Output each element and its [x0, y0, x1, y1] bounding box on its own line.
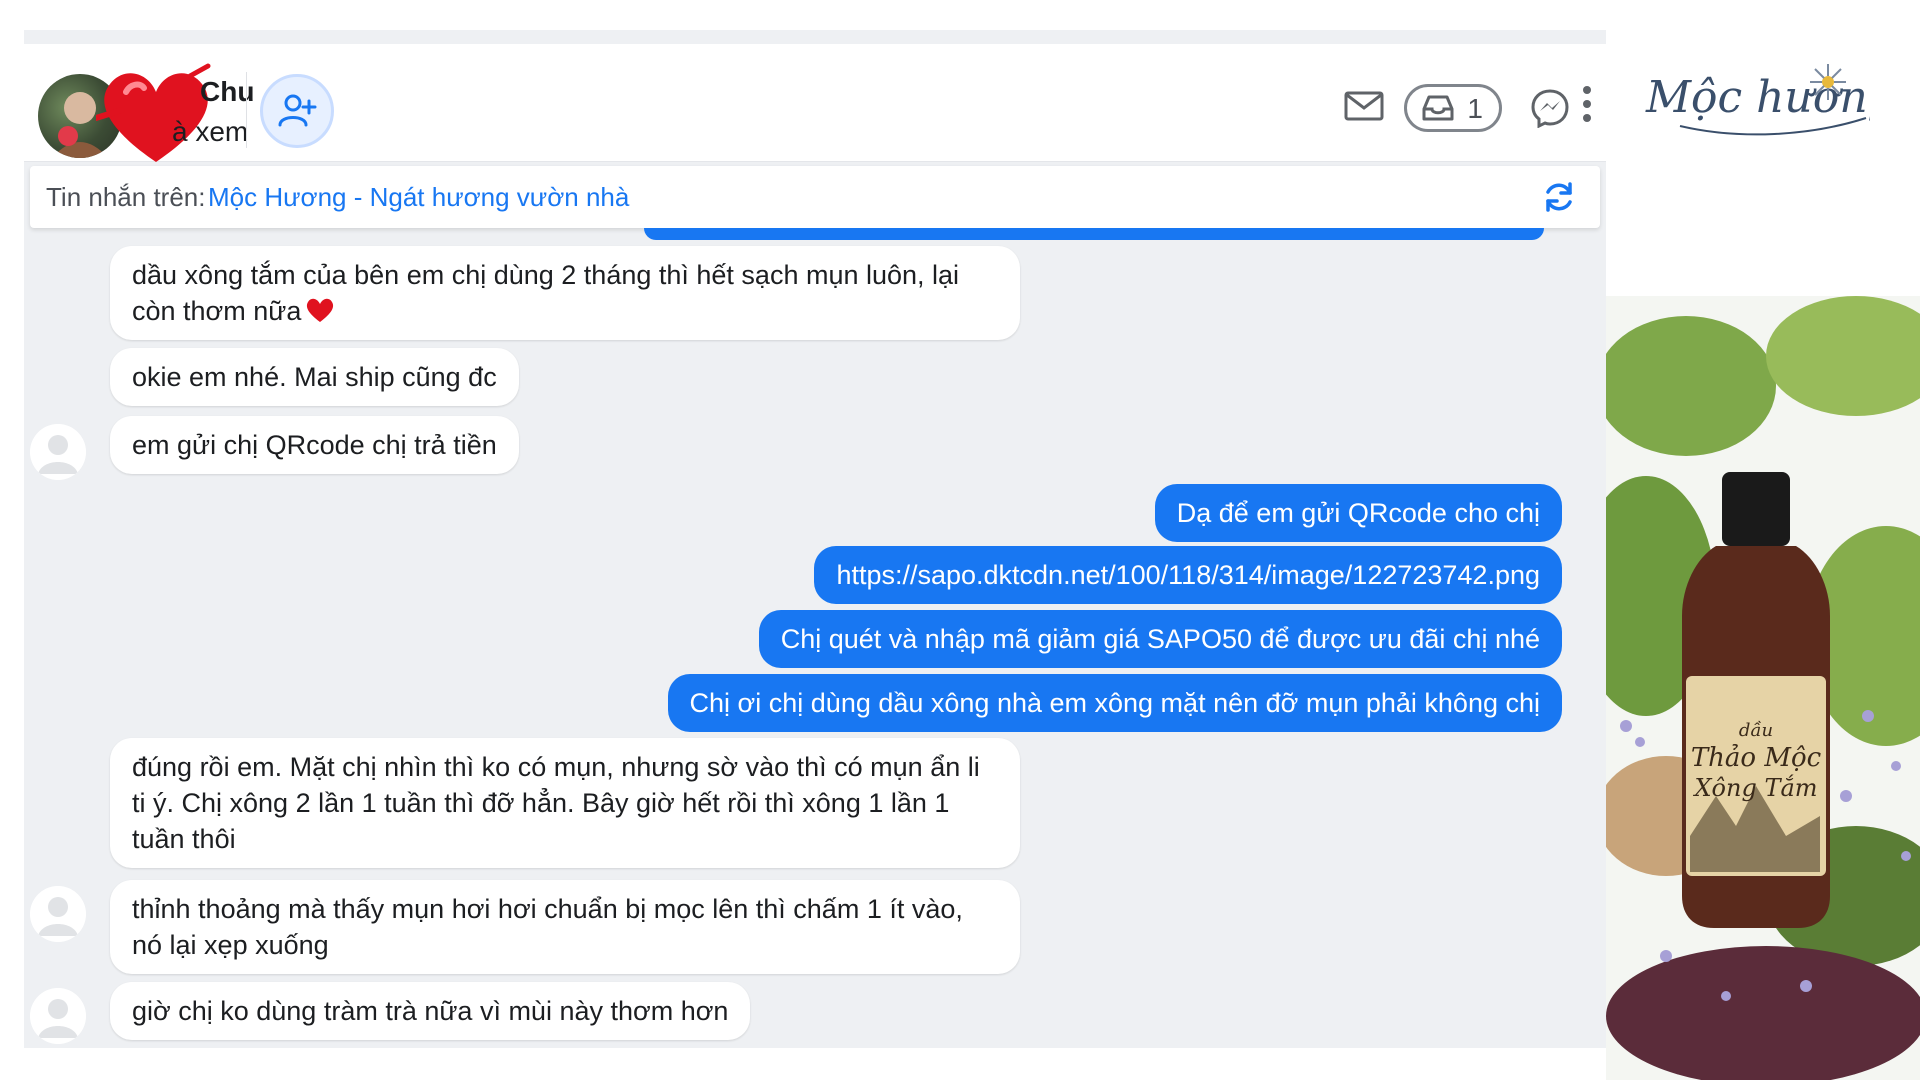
message-text: đúng rồi em. Mặt chị nhìn thì ko có mụn,… [132, 752, 980, 854]
sender-avatar [30, 886, 86, 942]
header-divider [246, 72, 247, 148]
message-text: okie em nhé. Mai ship cũng đc [132, 362, 497, 392]
sender-avatar [30, 988, 86, 1044]
svg-text:dầu: dầu [1739, 720, 1773, 741]
message-text: thỉnh thoảng mà thấy mụn hơi hơi chuẩn b… [132, 894, 963, 960]
inbox-count: 1 [1467, 93, 1483, 124]
chat-panel: Chu à xem 1 Tin nhắn trên: Mộc Hương - N… [24, 30, 1606, 1048]
red-heart-emoji-icon [307, 298, 334, 322]
message-bubble-incoming[interactable]: em gửi chị QRcode chị trả tiền [110, 416, 519, 474]
svg-text:Thảo Mộc: Thảo Mộc [1691, 743, 1822, 773]
context-prefix: Tin nhắn trên: [46, 182, 206, 212]
mail-icon[interactable] [1344, 90, 1384, 122]
message-text: Chị quét và nhập mã giảm giá SAPO50 để đ… [780, 624, 1540, 654]
message-link-text[interactable]: https://sapo.dktcdn.net/100/118/314/imag… [836, 560, 1540, 590]
messenger-icon[interactable] [1530, 88, 1570, 128]
inbox-button[interactable]: 1 [1404, 84, 1502, 132]
message-bubble-outgoing[interactable]: Chị quét và nhập mã giảm giá SAPO50 để đ… [758, 610, 1562, 668]
message-text: Dạ để em gửi QRcode cho chị [1176, 498, 1540, 528]
sender-avatar [30, 424, 86, 480]
message-text: em gửi chị QRcode chị trả tiền [132, 430, 497, 460]
refresh-icon[interactable] [1542, 180, 1576, 214]
message-bubble-incoming[interactable]: okie em nhé. Mai ship cũng đc [110, 348, 519, 406]
message-bubble-incoming[interactable]: thỉnh thoảng mà thấy mụn hơi hơi chuẩn b… [110, 880, 1020, 974]
message-bubble-outgoing-link[interactable]: https://sapo.dktcdn.net/100/118/314/imag… [814, 546, 1562, 604]
svg-text:Mộc hương: Mộc hương [1645, 72, 1870, 123]
brand-logo: Mộc hương [1645, 64, 1870, 136]
vertical-dots-icon[interactable] [1582, 84, 1592, 124]
message-bubble-outgoing[interactable]: Chị ơi chị dùng dầu xông nhà em xông mặt… [667, 674, 1562, 732]
page-name-link[interactable]: Mộc Hương - Ngát hương vườn nhà [208, 182, 629, 213]
inbox-tray-icon [1422, 95, 1454, 121]
chat-header: Chu à xem 1 [24, 44, 1606, 162]
message-bubble-incoming[interactable]: dầu xông tắm của bên em chị dùng 2 tháng… [110, 246, 1020, 340]
view-profile-label[interactable]: à xem [172, 116, 248, 148]
message-text: giờ chị ko dùng tràm trà nữa vì mùi này … [132, 996, 729, 1026]
message-text: Chị ơi chị dùng dầu xông nhà em xông mặt… [689, 688, 1540, 718]
product-photo: dầu Thảo Mộc Xông Tắm [1606, 296, 1920, 1080]
person-plus-icon [278, 94, 317, 127]
message-text: dầu xông tắm của bên em chị dùng 2 tháng… [132, 260, 960, 326]
svg-text:Xông Tắm: Xông Tắm [1692, 774, 1817, 802]
previous-message-sliver [644, 228, 1544, 240]
message-bubble-outgoing[interactable]: Dạ để em gửi QRcode cho chị [1154, 484, 1562, 542]
context-bar: Tin nhắn trên: Mộc Hương - Ngát hương vư… [30, 166, 1600, 228]
add-friend-button[interactable] [260, 74, 334, 148]
message-bubble-incoming[interactable]: đúng rồi em. Mặt chị nhìn thì ko có mụn,… [110, 738, 1020, 868]
message-bubble-incoming[interactable]: giờ chị ko dùng tràm trà nữa vì mùi này … [110, 982, 751, 1040]
